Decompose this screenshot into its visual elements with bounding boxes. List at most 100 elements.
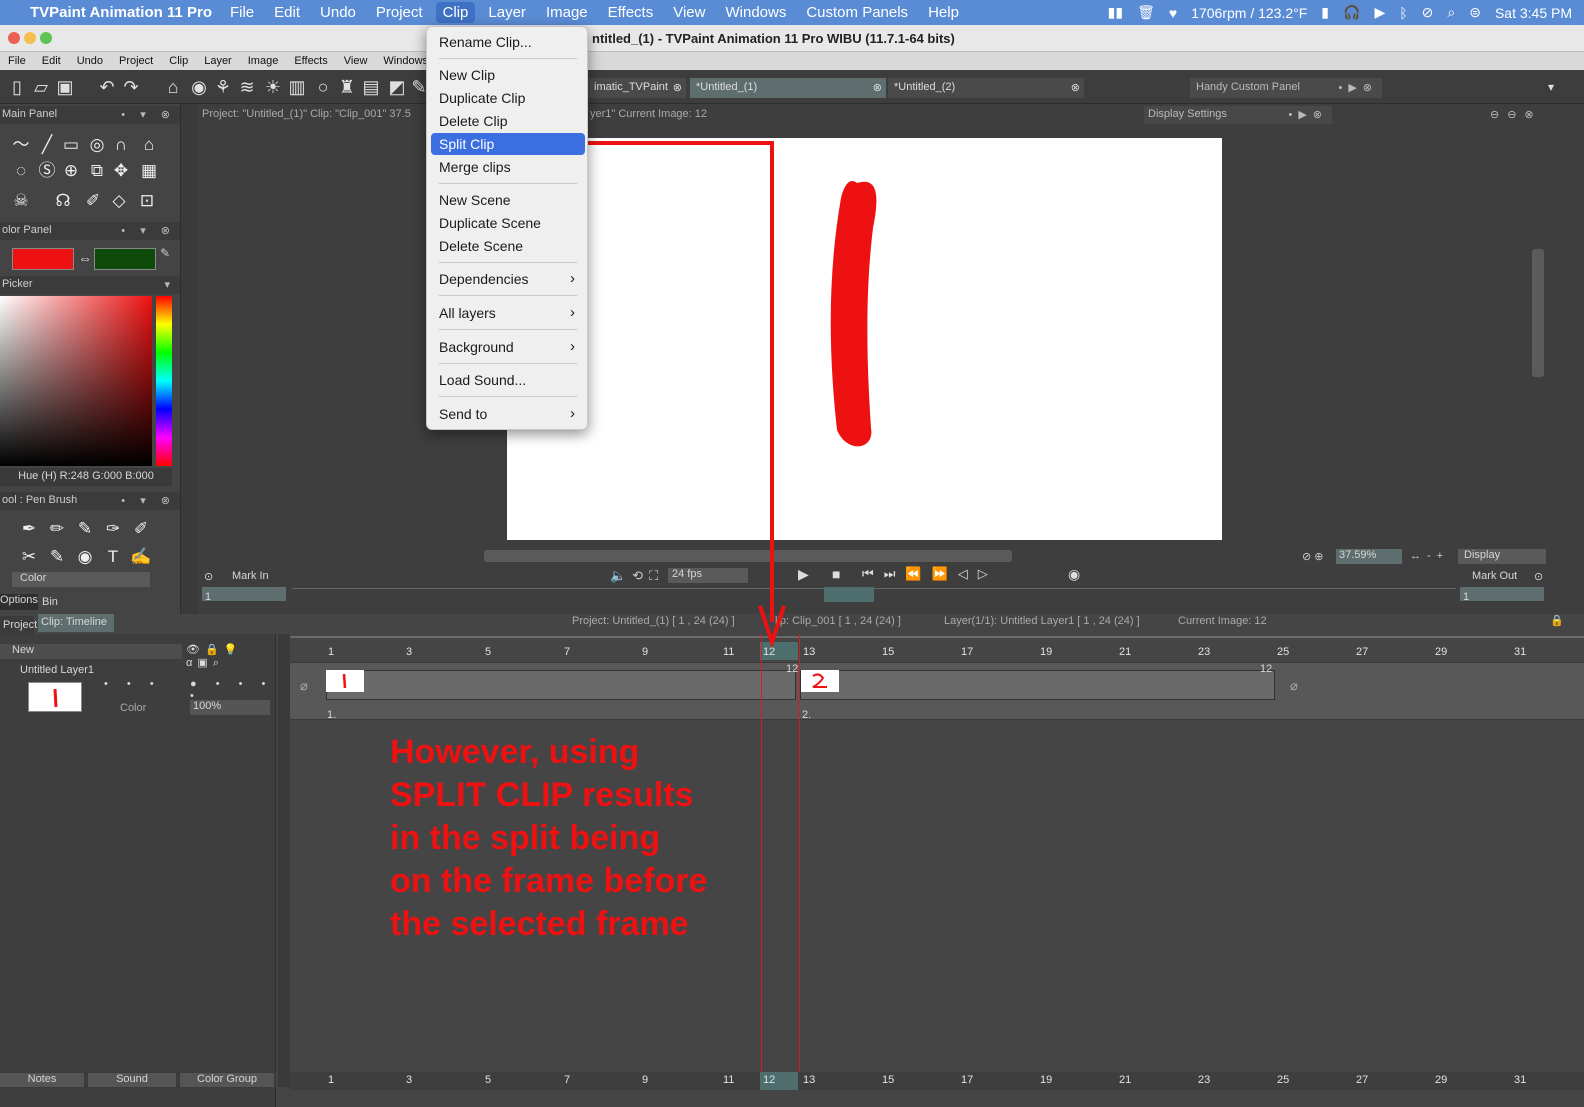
mini-timeline-scrub[interactable] <box>292 588 1456 602</box>
tool-color-dropdown[interactable]: Color <box>12 572 150 587</box>
save-icon[interactable]: ▣ <box>54 76 76 98</box>
grid-select-icon[interactable]: ⊡ <box>136 190 158 212</box>
viewport-horizontal-scrollbar[interactable] <box>484 550 1012 562</box>
eraser-icon[interactable]: ◇ <box>108 190 130 212</box>
crayon-icon[interactable]: ✂ <box>18 546 40 568</box>
display-dropdown[interactable]: Display <box>1458 549 1546 564</box>
play-circle-icon[interactable]: ▶ <box>1374 4 1385 21</box>
color-wheel-icon[interactable]: ◉ <box>188 76 210 98</box>
minimize-window-button[interactable] <box>24 32 36 44</box>
layer-opacity-field[interactable]: 100% <box>190 700 270 715</box>
menu-item-all-layers[interactable]: All layers › <box>431 302 585 324</box>
menu-custom-panels[interactable]: Custom Panels <box>806 4 908 21</box>
zoom-controls-icon[interactable]: ↔-+ <box>1410 550 1449 562</box>
close-tab-icon[interactable]: ⊗ <box>873 81 882 94</box>
panel-controls-icon[interactable]: • ▾ ⊗ <box>121 108 176 121</box>
menu-item-dependencies[interactable]: Dependencies › <box>431 268 585 290</box>
timeline-splitter[interactable] <box>278 634 290 1087</box>
menu-view[interactable]: View <box>673 4 705 21</box>
camera-icon[interactable]: ▦ <box>138 160 160 182</box>
clip-1-thumbnail[interactable] <box>326 670 364 692</box>
fps-dropdown[interactable]: 24 fps <box>668 568 748 583</box>
close-tab-icon[interactable]: ⊗ <box>1071 81 1080 94</box>
drawing-canvas[interactable] <box>507 138 1222 540</box>
clip-block-1[interactable] <box>326 670 796 700</box>
handy-custom-panel[interactable]: Handy Custom Panel •▶⊗ <box>1190 78 1382 98</box>
chart-icon[interactable]: ◩ <box>386 76 408 98</box>
picker-collapse-icon[interactable]: ▾ <box>164 278 176 291</box>
clock[interactable]: Sat 3:45 PM <box>1495 5 1572 21</box>
app-menu-windows[interactable]: Windows <box>383 55 428 67</box>
swap-colors-icon[interactable]: ⇔ <box>78 250 92 266</box>
layer-options-dots[interactable]: ● • • • • <box>190 678 275 702</box>
redo-icon[interactable]: ↷ <box>120 76 142 98</box>
clip-block-2[interactable] <box>800 670 1275 700</box>
airbrush-icon[interactable]: ✑ <box>102 518 124 540</box>
panel-controls-icon[interactable]: •▶⊗ <box>1338 81 1378 94</box>
fill-tool-icon[interactable]: ⌂ <box>138 134 160 156</box>
paint-brush-icon[interactable]: ✐ <box>130 518 152 540</box>
control-center-icon[interactable]: ⊜ <box>1469 4 1481 21</box>
film-icon[interactable]: ▥ <box>286 76 308 98</box>
freehand-line-icon[interactable]: 〜 <box>10 134 32 156</box>
headphones-icon[interactable]: 🎧 <box>1343 4 1360 21</box>
wifi-off-icon[interactable]: ⊘ <box>1422 4 1434 21</box>
eyedropper-icon[interactable]: ✎ <box>160 246 170 260</box>
undo-icon[interactable]: ↶ <box>96 76 118 98</box>
badge-icon[interactable]: ▮ <box>1321 4 1329 21</box>
menu-edit[interactable]: Edit <box>274 4 300 21</box>
tab-clip-timeline[interactable]: Clip: Timeline <box>38 614 114 632</box>
menu-item-new-scene[interactable]: New Scene <box>431 189 585 211</box>
collapse-icon[interactable]: ▾ <box>1540 76 1562 98</box>
menu-layer[interactable]: Layer <box>488 4 526 21</box>
timeline-ruler[interactable]: 1 3 5 7 9 11 12 13 15 17 19 21 23 25 27 … <box>290 636 1584 660</box>
mark-in-field[interactable]: 1 <box>202 587 286 603</box>
lasso-select-icon[interactable]: ◌ <box>10 160 32 182</box>
special-brush-icon[interactable]: ✍ <box>130 546 152 568</box>
layer-name[interactable]: Untitled Layer1 <box>20 664 94 676</box>
app-menu-image[interactable]: Image <box>248 55 279 67</box>
hue-slider[interactable] <box>156 296 172 466</box>
menu-item-new-clip[interactable]: New Clip <box>431 64 585 86</box>
fan-status[interactable]: 1706rpm / 123.2°F <box>1191 5 1307 21</box>
mark-out-icon[interactable]: ⊙ <box>1534 570 1543 583</box>
tab-untitled-2[interactable]: *Untitled_(2) ⊗ <box>888 78 1084 98</box>
light-bulb-icon[interactable]: ☀ <box>262 76 284 98</box>
smudge-icon[interactable]: ✐ <box>82 190 104 212</box>
menu-item-background[interactable]: Background › <box>431 336 585 358</box>
menu-help[interactable]: Help <box>928 4 959 21</box>
heart-icon[interactable]: ♥ <box>1169 5 1177 21</box>
open-document-icon[interactable]: ▱ <box>30 76 52 98</box>
sound-tab[interactable]: Sound <box>88 1073 176 1087</box>
target-icon[interactable]: ⊕ <box>60 160 82 182</box>
menu-item-duplicate-scene[interactable]: Duplicate Scene <box>431 212 585 234</box>
puppet-icon[interactable]: ♜ <box>336 76 358 98</box>
chalk-icon[interactable]: ✎ <box>46 546 68 568</box>
menu-item-split-clip[interactable]: Split Clip <box>431 133 585 155</box>
stop-button[interactable]: ■ <box>832 566 840 582</box>
app-menu-view[interactable]: View <box>344 55 368 67</box>
toolbox-icon[interactable]: ⌂ <box>162 76 184 98</box>
notes-tab[interactable]: Notes <box>0 1073 84 1087</box>
trash-icon[interactable]: 🗑 <box>1137 4 1155 21</box>
select-icon[interactable]: Ⓢ <box>36 160 58 182</box>
menu-undo[interactable]: Undo <box>320 4 356 21</box>
new-document-icon[interactable]: ▯ <box>6 76 28 98</box>
menu-image[interactable]: Image <box>546 4 588 21</box>
mark-in-icon[interactable]: ⊙ <box>204 570 213 583</box>
menu-item-load-sound[interactable]: Load Sound... <box>431 369 585 391</box>
water-icon[interactable]: ◉ <box>74 546 96 568</box>
layer-toggles-icon[interactable]: 👁🔒💡α▣⌕ <box>186 643 275 670</box>
new-layer-dropdown[interactable]: New <box>0 644 182 659</box>
menu-file[interactable]: File <box>230 4 254 21</box>
app-menu-project[interactable]: Project <box>119 55 153 67</box>
app-menu-layer[interactable]: Layer <box>204 55 232 67</box>
tab-untitled-1[interactable]: *Untitled_(1) ⊗ <box>690 78 886 98</box>
app-menu-clip[interactable]: Clip <box>169 55 188 67</box>
layer-thumbnail[interactable] <box>28 682 82 712</box>
tab-animatic[interactable]: imatic_TVPaint ⊗ <box>588 78 686 98</box>
window-controls-icon[interactable]: ⊖⊖⊗ <box>1490 108 1542 121</box>
search-icon[interactable]: ⌕ <box>1447 4 1455 21</box>
left-splitter[interactable] <box>180 104 198 614</box>
audio-icon[interactable]: ▮▮ <box>1108 4 1123 21</box>
